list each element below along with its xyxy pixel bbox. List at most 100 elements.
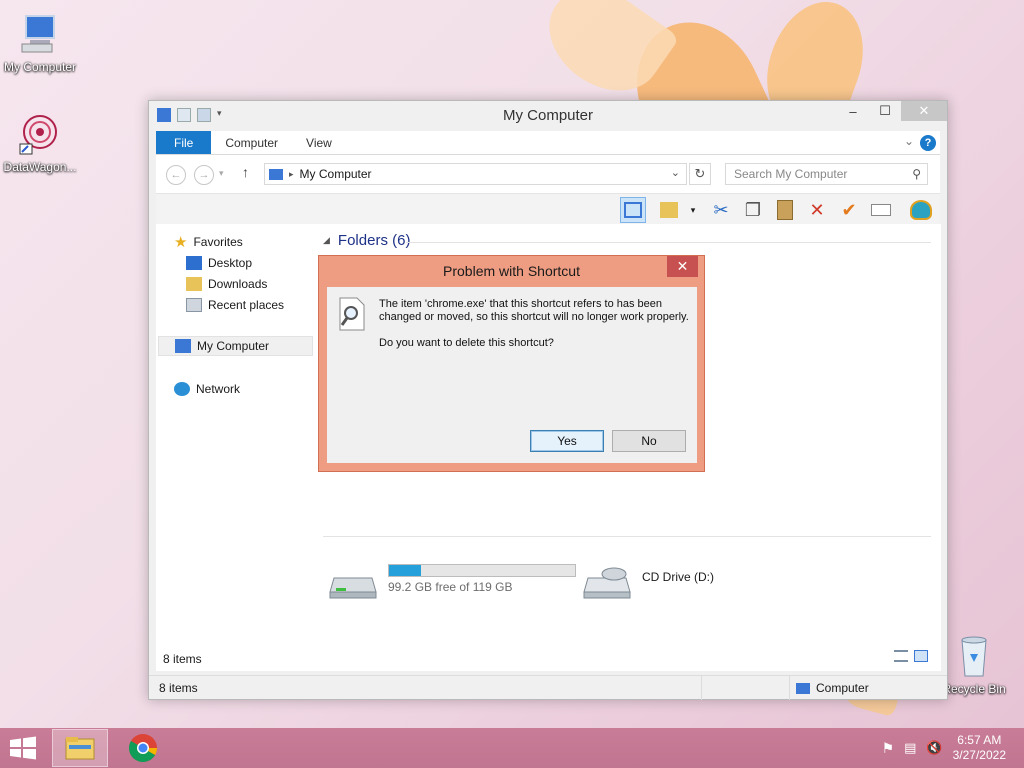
command-toolbar: ▾ ✂ ❐ ✕ ✔	[156, 193, 940, 225]
expand-ribbon-icon[interactable]: ⌄	[904, 134, 914, 148]
back-button[interactable]: ←	[166, 165, 186, 185]
recycle-bin-icon	[950, 632, 998, 680]
breadcrumb-chevron-icon: ▸	[289, 168, 294, 179]
dialog-question: Do you want to delete this shortcut?	[379, 337, 554, 349]
search-icon: ⚲	[912, 167, 921, 181]
folder-options-icon[interactable]	[656, 197, 682, 223]
cd-drive-icon	[582, 564, 632, 600]
disk-free-space: 99.2 GB free of 119 GB	[388, 580, 513, 594]
system-tray: ⚑ ▤ 🔇 6:57 AM 3/27/2022	[882, 728, 1024, 768]
tab-view[interactable]: View	[292, 131, 346, 154]
taskbar: ⚑ ▤ 🔇 6:57 AM 3/27/2022	[0, 728, 1024, 768]
nav-label: My Computer	[197, 339, 270, 353]
close-button[interactable]: ✕	[901, 101, 947, 121]
search-placeholder: Search My Computer	[734, 167, 848, 181]
help-icon[interactable]: ?	[920, 135, 936, 151]
item-count: 8 items	[159, 681, 198, 695]
view-switcher	[894, 650, 928, 662]
start-button[interactable]	[8, 736, 38, 760]
delete-icon[interactable]: ✕	[804, 197, 830, 223]
magnifier-document-icon	[337, 297, 367, 331]
volume-muted-icon[interactable]: 🔇	[926, 740, 942, 756]
breadcrumb: My Computer	[299, 167, 372, 181]
status-location: Computer	[789, 676, 949, 700]
clock-time: 6:57 AM	[957, 733, 1002, 747]
computer-small-icon	[796, 682, 810, 694]
file-explorer-icon	[65, 737, 95, 760]
folders-group-header[interactable]: ◢ Folders (6)	[323, 232, 410, 249]
taskbar-file-explorer[interactable]	[52, 729, 108, 767]
tab-computer[interactable]: Computer	[211, 131, 292, 154]
toolbar-dropdown-icon[interactable]: ▾	[680, 197, 706, 223]
taskbar-chrome[interactable]	[115, 729, 171, 767]
desktop-icon-my-computer[interactable]: My Computer	[0, 10, 80, 74]
address-row: ← → ▾ ↑ ▸ My Computer ⌄ ↻ Search My Comp…	[156, 155, 940, 193]
address-bar[interactable]: ▸ My Computer ⌄	[264, 163, 687, 185]
disk-usage-bar	[388, 564, 576, 577]
shortcut-problem-dialog: Problem with Shortcut ✕ The item 'chrome…	[318, 255, 705, 472]
title-bar: ▾ My Computer – ☐ ✕	[149, 101, 947, 131]
chrome-icon	[129, 734, 157, 762]
desktop-icon-datawagon[interactable]: DataWagon...	[0, 110, 80, 174]
minimize-button[interactable]: –	[837, 101, 869, 121]
details-view-icon[interactable]	[894, 650, 908, 662]
drive-cd[interactable]: CD Drive (D:)	[582, 564, 714, 600]
tab-file[interactable]: File	[156, 131, 212, 154]
action-center-flag-icon[interactable]: ⚑	[882, 740, 895, 757]
nav-recent-places[interactable]: Recent places	[186, 295, 284, 315]
group-label: Folders (6)	[337, 232, 411, 249]
no-button[interactable]: No	[612, 430, 686, 452]
paste-icon[interactable]	[772, 197, 798, 223]
dialog-title: Problem with Shortcut	[443, 263, 580, 279]
hard-drive-icon	[328, 564, 378, 600]
yes-button[interactable]: Yes	[530, 430, 604, 452]
nav-network[interactable]: Network	[174, 379, 240, 399]
search-input[interactable]: Search My Computer ⚲	[725, 163, 928, 185]
drive-name: CD Drive (D:)	[642, 570, 714, 584]
collapse-arrow-icon: ◢	[323, 235, 330, 245]
maximize-button[interactable]: ☐	[869, 101, 901, 121]
nav-label: Favorites	[193, 235, 243, 249]
up-button[interactable]: ↑	[242, 164, 249, 180]
navigation-pane: ★ Favorites Desktop Downloads Recent pla…	[156, 224, 314, 671]
nav-label: Downloads	[208, 277, 268, 291]
refresh-button[interactable]: ↻	[689, 163, 711, 185]
nav-my-computer[interactable]: My Computer	[158, 336, 313, 356]
nav-label: Desktop	[208, 256, 253, 270]
shell-icon[interactable]	[908, 197, 934, 223]
address-dropdown-icon[interactable]: ⌄	[671, 166, 680, 179]
status-divider	[701, 676, 702, 700]
network-tray-icon[interactable]: ▤	[904, 740, 916, 756]
nav-desktop[interactable]: Desktop	[186, 253, 252, 273]
large-icons-view-icon[interactable]	[914, 650, 928, 662]
clock[interactable]: 6:57 AM 3/27/2022	[953, 733, 1006, 763]
desktop-icon	[186, 256, 202, 270]
checkmark-icon[interactable]: ✔	[836, 197, 862, 223]
desktop-icon-label: My Computer	[3, 60, 77, 74]
nav-favorites[interactable]: ★ Favorites	[174, 232, 243, 252]
computer-small-icon	[269, 168, 283, 180]
recent-places-icon	[186, 298, 202, 312]
downloads-icon	[186, 277, 202, 291]
star-icon: ★	[174, 234, 188, 251]
network-icon	[174, 382, 190, 396]
dialog-body: The item 'chrome.exe' that this shortcut…	[327, 287, 697, 463]
drive-local-disk[interactable]: 99.2 GB free of 119 GB	[328, 564, 576, 600]
nav-downloads[interactable]: Downloads	[186, 274, 267, 294]
preview-pane-icon[interactable]	[620, 197, 646, 223]
cut-icon[interactable]: ✂	[708, 197, 734, 223]
group-divider	[406, 242, 931, 243]
computer-small-icon	[175, 339, 191, 353]
forward-button[interactable]: →	[194, 165, 214, 185]
dialog-close-button[interactable]: ✕	[667, 256, 698, 277]
group-divider	[323, 536, 931, 537]
windows-logo-icon	[10, 736, 36, 760]
pane-status: 8 items	[163, 652, 202, 666]
copy-icon[interactable]: ❐	[740, 197, 766, 223]
nav-label: Recent places	[208, 298, 285, 312]
desktop-icon-label: DataWagon...	[3, 160, 77, 174]
recent-locations-icon[interactable]: ▾	[219, 168, 224, 179]
rename-icon[interactable]	[868, 197, 894, 223]
nav-label: Network	[196, 382, 241, 396]
clock-date: 3/27/2022	[952, 748, 1006, 762]
